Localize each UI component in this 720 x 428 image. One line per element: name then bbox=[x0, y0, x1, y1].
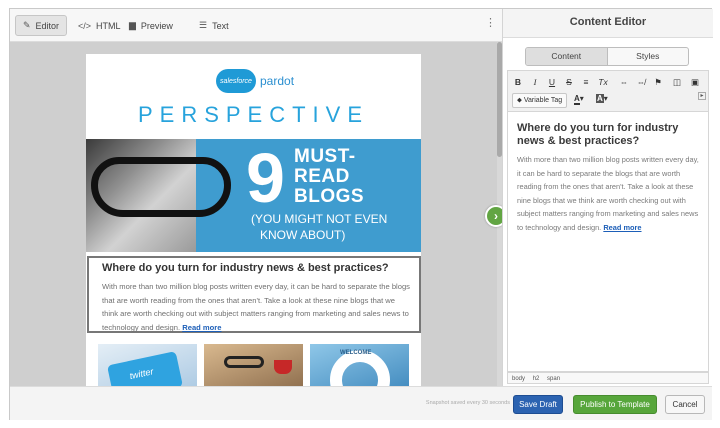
coffee-cup-icon bbox=[274, 360, 292, 374]
email-canvas[interactable]: salesforce pardot PERSPECTIVE 9 MUST- RE… bbox=[10, 42, 502, 386]
strikethrough-icon[interactable]: S bbox=[562, 75, 576, 89]
thumbnail-row: twitter WELCOME bbox=[98, 344, 410, 386]
lines-icon: ☰ bbox=[199, 20, 208, 30]
block-text-body: With more than two million blog posts wr… bbox=[102, 282, 410, 332]
hero-line-1: MUST- bbox=[294, 146, 356, 167]
align-icon[interactable]: ≡ bbox=[579, 75, 593, 89]
masthead-title: PERSPECTIVE bbox=[137, 102, 370, 127]
rich-text-editor[interactable]: Where do you turn for industry news & be… bbox=[507, 112, 709, 372]
hero-subline-2: KNOW ABOUT) bbox=[260, 228, 346, 242]
phone-image: twitter bbox=[107, 351, 183, 386]
chevron-down-icon: ▾ bbox=[579, 94, 584, 103]
content-editor-panel: Content Editor Content Styles B I U S ≡ … bbox=[502, 9, 713, 386]
expand-toolbar-icon[interactable]: ▸ bbox=[698, 92, 706, 100]
email-preview: salesforce pardot PERSPECTIVE 9 MUST- RE… bbox=[86, 54, 421, 386]
pencil-square-icon: ✎ bbox=[23, 20, 31, 30]
variable-tag-button[interactable]: ⬥ Variable Tag bbox=[512, 93, 568, 108]
publish-to-template-button[interactable]: Publish to Template bbox=[573, 395, 657, 414]
document-icon: ▆ bbox=[129, 20, 136, 30]
tab-styles[interactable]: Styles bbox=[608, 48, 689, 65]
background-color-dropdown[interactable]: A▾ bbox=[596, 94, 608, 103]
font-color-dropdown[interactable]: A▾ bbox=[574, 94, 584, 105]
path-span[interactable]: span bbox=[547, 376, 560, 382]
content-styles-switch: Content Styles bbox=[525, 47, 689, 66]
selected-content-block[interactable]: Where do you turn for industry news & be… bbox=[87, 256, 421, 333]
path-body[interactable]: body bbox=[512, 376, 525, 382]
italic-icon[interactable]: I bbox=[528, 75, 542, 89]
panel-title: Content Editor bbox=[503, 9, 713, 38]
editor-paragraph-text: With more than two million blog posts wr… bbox=[517, 155, 699, 232]
block-title: Where do you turn for industry news & be… bbox=[102, 262, 389, 274]
background-color-icon: A bbox=[596, 94, 604, 103]
read-more-link[interactable]: Read more bbox=[182, 323, 221, 332]
tab-content[interactable]: Content bbox=[526, 48, 608, 65]
tab-text[interactable]: ☰ Text bbox=[192, 15, 236, 36]
hero-banner[interactable]: 9 MUST- READ BLOGS (YOU MIGHT NOT EVEN K… bbox=[86, 139, 421, 252]
variable-tag-label: Variable Tag bbox=[523, 97, 563, 104]
footer-action-bar: Snapshot saved every 30 seconds Save Dra… bbox=[10, 386, 712, 420]
thumbnail-coffee-glasses[interactable] bbox=[204, 344, 303, 386]
glasses-image bbox=[91, 157, 231, 217]
tab-preview[interactable]: ▆ Preview bbox=[122, 15, 180, 36]
snapshot-status: Snapshot saved every 30 seconds bbox=[425, 400, 510, 406]
element-path-bar: body h2 span bbox=[507, 372, 709, 384]
underline-icon[interactable]: U bbox=[545, 75, 559, 89]
clear-format-icon[interactable]: Tx bbox=[596, 75, 610, 89]
editor-toolbar: ✎ Editor </> HTML ▆ Preview ☰ Text ⋮ bbox=[10, 9, 502, 42]
editor-heading: Where do you turn for industry news & be… bbox=[517, 122, 679, 147]
thumbnail-welcome-ring[interactable]: WELCOME bbox=[310, 344, 409, 386]
tab-text-label: Text bbox=[212, 20, 229, 31]
tab-html-label: HTML bbox=[96, 20, 121, 31]
tab-preview-label: Preview bbox=[140, 20, 173, 31]
rich-text-toolbar: B I U S ≡ Tx ⇔ ⇎ ⚑ ◫ ▣ ⬥ Variable Tag A▾… bbox=[507, 70, 709, 112]
salesforce-pardot-logo: salesforce pardot bbox=[216, 69, 294, 93]
hero-number: 9 bbox=[246, 139, 285, 217]
tag-icon: ⬥ bbox=[517, 97, 524, 104]
template-editor-window: ✎ Editor </> HTML ▆ Preview ☰ Text ⋮ sal… bbox=[9, 8, 713, 420]
welcome-label: WELCOME bbox=[340, 350, 372, 356]
image-icon[interactable]: ▣ bbox=[688, 75, 702, 89]
hero-line-2: READ bbox=[294, 166, 350, 187]
editor-read-more-link[interactable]: Read more bbox=[603, 223, 641, 232]
thumbnail-twitter-phone[interactable]: twitter bbox=[98, 344, 197, 386]
tab-editor-label: Editor bbox=[35, 20, 60, 31]
unlink-icon[interactable]: ⇎ bbox=[634, 75, 648, 89]
hero-subline-1: (YOU MIGHT NOT EVEN bbox=[251, 212, 388, 226]
anchor-flag-icon[interactable]: ⚑ bbox=[651, 75, 665, 89]
tab-editor[interactable]: ✎ Editor bbox=[15, 15, 68, 36]
editor-paragraph: With more than two million blog posts wr… bbox=[517, 153, 701, 235]
chevron-down-icon: ▾ bbox=[603, 94, 608, 103]
salesforce-cloud-icon: salesforce bbox=[216, 69, 256, 93]
more-options-icon[interactable]: ⋮ bbox=[485, 18, 496, 29]
path-h2[interactable]: h2 bbox=[533, 376, 540, 382]
link-icon[interactable]: ⇔ bbox=[617, 75, 631, 89]
cancel-button[interactable]: Cancel bbox=[665, 395, 705, 414]
source-icon[interactable]: ◫ bbox=[670, 75, 684, 89]
code-icon: </> bbox=[78, 20, 92, 31]
block-text: With more than two million blog posts wr… bbox=[102, 280, 412, 334]
glasses-icon bbox=[224, 356, 264, 368]
pardot-wordmark: pardot bbox=[260, 74, 295, 88]
bold-icon[interactable]: B bbox=[511, 75, 525, 89]
hero-line-3: BLOGS bbox=[294, 186, 365, 207]
twitter-label: twitter bbox=[128, 366, 155, 382]
tab-html[interactable]: </> HTML bbox=[71, 15, 128, 36]
save-draft-button[interactable]: Save Draft bbox=[513, 395, 563, 414]
